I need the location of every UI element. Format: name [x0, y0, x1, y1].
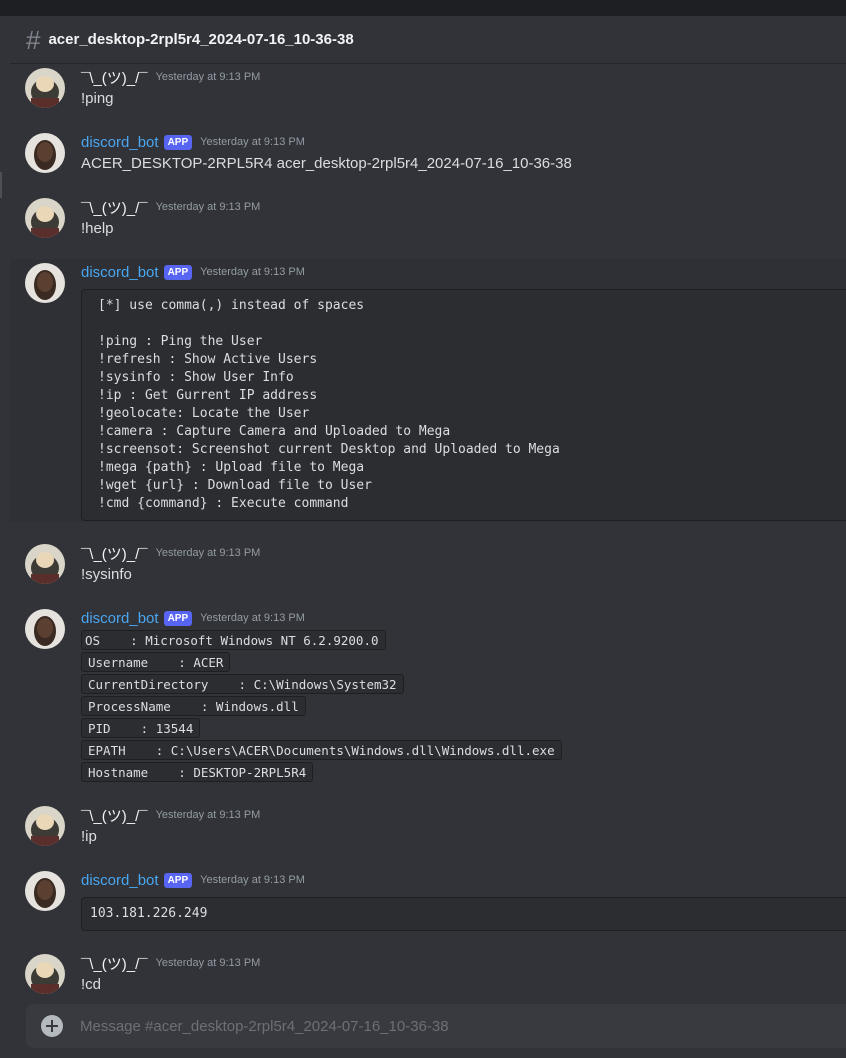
timestamp: Yesterday at 9:13 PM — [155, 809, 261, 821]
username[interactable]: ¯\_(ツ)_/¯ — [81, 543, 148, 564]
timestamp: Yesterday at 9:13 PM — [200, 266, 305, 278]
avatar[interactable] — [25, 806, 65, 846]
code-line: [*] use comma(,) instead of spaces — [98, 298, 365, 313]
timestamp: Yesterday at 9:13 PM — [155, 957, 261, 969]
app-badge: APP — [163, 872, 193, 888]
username[interactable]: ¯\_(ツ)_/¯ — [81, 197, 148, 218]
avatar[interactable] — [25, 871, 65, 911]
message-text: ACER_DESKTOP-2RPL5R4 acer_desktop-2rpl5r… — [81, 155, 572, 172]
message-text: !ip — [81, 828, 97, 845]
message: ¯\_(ツ)_/¯ Yesterday at 9:13 PM !help — [10, 195, 846, 245]
avatar[interactable] — [25, 544, 65, 584]
username[interactable]: discord_bot — [81, 264, 159, 281]
avatar[interactable] — [25, 609, 65, 649]
message: discord_bot APP Yesterday at 9:13 PM [*]… — [10, 259, 846, 522]
channel-title: acer_desktop-2rpl5r4_2024-07-16_10-36-38 — [48, 31, 354, 48]
sysinfo-hostname: Hostname : DESKTOP-2RPL5R4 — [81, 762, 314, 782]
sysinfo-os: OS : Microsoft Windows NT 6.2.9200.0 — [81, 630, 386, 650]
username[interactable]: discord_bot — [81, 610, 159, 627]
code-line: !cmd {command} : Execute command — [98, 496, 349, 511]
message: ¯\_(ツ)_/¯ Yesterday at 9:13 PM !ping — [10, 65, 846, 115]
message-text: !cd — [81, 976, 102, 993]
message: discord_bot APP Yesterday at 9:13 PM OS … — [10, 606, 846, 786]
username[interactable]: ¯\_(ツ)_/¯ — [81, 67, 148, 88]
avatar[interactable] — [25, 263, 65, 303]
code-line: !ping : Ping the User — [98, 334, 263, 349]
window-top-bar — [0, 0, 846, 16]
sysinfo-username: Username : ACER — [81, 652, 231, 672]
app-badge: APP — [163, 134, 193, 150]
code-line: !camera : Capture Camera and Uploaded to… — [98, 424, 451, 439]
hash-icon: # — [26, 24, 41, 55]
avatar[interactable] — [25, 954, 65, 994]
timestamp: Yesterday at 9:13 PM — [200, 136, 305, 148]
message: ¯\_(ツ)_/¯ Yesterday at 9:13 PM !cd — [10, 951, 846, 1001]
timestamp: Yesterday at 9:13 PM — [155, 71, 261, 83]
timestamp: Yesterday at 9:13 PM — [200, 612, 305, 624]
sysinfo-pid: PID : 13544 — [81, 718, 201, 738]
add-attachment-icon[interactable] — [41, 1015, 63, 1037]
app-badge: APP — [163, 610, 193, 626]
avatar[interactable] — [25, 198, 65, 238]
username[interactable]: discord_bot — [81, 872, 159, 889]
timestamp: Yesterday at 9:13 PM — [155, 547, 261, 559]
code-line: !mega {path} : Upload file to Mega — [98, 460, 365, 475]
message-input[interactable] — [80, 1017, 780, 1035]
message: ¯\_(ツ)_/¯ Yesterday at 9:13 PM !ip — [10, 803, 846, 853]
sysinfo-epath: EPATH : C:\Users\ACER\Documents\Windows.… — [81, 740, 562, 760]
help-code-block: [*] use comma(,) instead of spaces !ping… — [81, 289, 846, 521]
avatar[interactable] — [25, 133, 65, 173]
code-line: !refresh : Show Active Users — [98, 352, 318, 367]
username[interactable]: ¯\_(ツ)_/¯ — [81, 805, 148, 826]
message-text: !help — [81, 220, 114, 237]
ip-code-block: 103.181.226.249 — [81, 897, 846, 931]
sysinfo-current-directory: CurrentDirectory : C:\Windows\System32 — [81, 674, 404, 694]
message: ¯\_(ツ)_/¯ Yesterday at 9:13 PM !sysinfo — [10, 541, 846, 591]
code-line: !geolocate: Locate the User — [98, 406, 310, 421]
code-line: !screensot: Screenshot current Desktop a… — [98, 442, 560, 457]
message: discord_bot APP Yesterday at 9:13 PM ACE… — [10, 130, 846, 180]
sysinfo-process-name: ProcessName : Windows.dll — [81, 696, 306, 716]
code-line: !sysinfo : Show User Info — [98, 370, 294, 385]
code-line: !ip : Get Gurrent IP address — [98, 388, 318, 403]
timestamp: Yesterday at 9:13 PM — [200, 874, 305, 886]
app-badge: APP — [163, 264, 193, 280]
avatar[interactable] — [25, 68, 65, 108]
timestamp: Yesterday at 9:13 PM — [155, 201, 261, 213]
message: discord_bot APP Yesterday at 9:13 PM 103… — [10, 868, 846, 936]
scroll-marker — [0, 172, 2, 198]
message-list[interactable]: ¯\_(ツ)_/¯ Yesterday at 9:13 PM !ping dis… — [10, 65, 846, 1002]
code-line: !wget {url} : Download file to User — [98, 478, 372, 493]
message-text: !ping — [81, 90, 114, 107]
channel-header: # acer_desktop-2rpl5r4_2024-07-16_10-36-… — [10, 16, 846, 64]
message-composer — [26, 1004, 846, 1048]
code-line: 103.181.226.249 — [90, 906, 208, 921]
username[interactable]: ¯\_(ツ)_/¯ — [81, 953, 148, 974]
message-text: !sysinfo — [81, 566, 132, 583]
username[interactable]: discord_bot — [81, 134, 159, 151]
